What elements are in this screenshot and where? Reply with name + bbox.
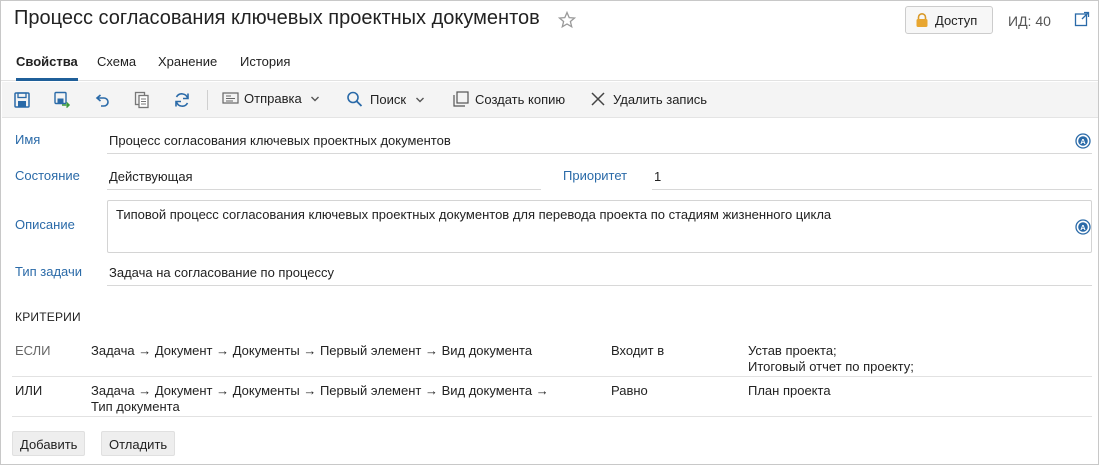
search-icon <box>347 91 363 107</box>
search-label: Поиск <box>370 92 407 107</box>
svg-text:A: A <box>1080 137 1086 146</box>
task-type-label: Тип задачи <box>15 264 83 279</box>
window-frame: Процесс согласования ключевых проектных … <box>0 0 1099 465</box>
criteria-heading: КРИТЕРИИ <box>15 310 81 324</box>
translate-icon[interactable]: A <box>1075 219 1091 235</box>
delete-record-button[interactable]: Удалить запись <box>590 91 707 107</box>
undo-icon[interactable] <box>93 91 111 109</box>
save-icon[interactable] <box>13 91 31 109</box>
tab-scheme[interactable]: Схема <box>97 54 136 81</box>
name-field[interactable]: Процесс согласования ключевых проектных … <box>107 132 1092 154</box>
translate-icon[interactable]: A <box>1075 133 1091 149</box>
criteria-operator: Равно <box>611 383 648 398</box>
access-button[interactable]: Доступ <box>905 6 993 34</box>
add-criterion-button[interactable]: Добавить <box>12 431 86 456</box>
criteria-value: Устав проекта; <box>748 343 837 358</box>
criteria-path: Задача → Документ → Документы → Первый э… <box>91 383 549 398</box>
open-external-icon[interactable] <box>1074 11 1090 27</box>
favorite-star-icon[interactable] <box>558 11 576 29</box>
create-copy-button[interactable]: Создать копию <box>452 91 565 107</box>
search-menu-button[interactable]: Поиск <box>346 91 425 107</box>
tab-history[interactable]: История <box>240 54 290 81</box>
toolbar-separator <box>207 90 208 110</box>
criteria-divider <box>12 376 1092 377</box>
task-type-field[interactable]: Задача на согласование по процессу <box>107 264 1092 286</box>
criteria-path: Задача → Документ → Документы → Первый э… <box>91 343 533 358</box>
criteria-path: Тип документа <box>91 399 180 414</box>
priority-field[interactable]: 1 <box>652 168 1092 190</box>
page-title: Процесс согласования ключевых проектных … <box>14 7 540 29</box>
state-field[interactable]: Действующая <box>107 168 541 190</box>
record-id: ИД: 40 <box>1008 13 1051 29</box>
debug-button[interactable]: Отладить <box>101 431 176 456</box>
criteria-prefix: ИЛИ <box>15 383 43 398</box>
criteria-row[interactable]: ЕСЛИ Задача → Документ → Документы → Пер… <box>12 343 1092 375</box>
send-label: Отправка <box>244 91 302 106</box>
criteria-row[interactable]: ИЛИ Задача → Документ → Документы → Перв… <box>12 383 1092 415</box>
save-and-close-icon[interactable] <box>53 91 71 109</box>
send-menu-button[interactable]: Отправка <box>222 91 320 106</box>
send-icon <box>222 92 239 104</box>
chevron-down-icon <box>311 96 320 102</box>
delete-record-label: Удалить запись <box>613 92 708 107</box>
criteria-divider <box>12 416 1092 417</box>
criteria-operator: Входит в <box>611 343 665 358</box>
copy-document-icon[interactable] <box>133 91 151 109</box>
tab-bar: Свойства Схема Хранение История <box>1 47 1098 81</box>
description-field[interactable]: Типовой процесс согласования ключевых пр… <box>107 200 1092 253</box>
access-button-label: Доступ <box>935 12 978 28</box>
criteria-value: Итоговый отчет по проекту; <box>748 359 914 374</box>
criteria-prefix: ЕСЛИ <box>15 343 51 358</box>
tab-storage[interactable]: Хранение <box>158 54 217 81</box>
name-label: Имя <box>15 132 41 147</box>
state-label: Состояние <box>15 168 80 183</box>
create-copy-label: Создать копию <box>475 92 566 107</box>
priority-label: Приоритет <box>563 168 628 183</box>
tab-properties[interactable]: Свойства <box>16 54 78 81</box>
criteria-value: План проекта <box>748 383 831 398</box>
description-label: Описание <box>15 217 75 232</box>
lock-icon <box>916 12 928 27</box>
svg-text:A: A <box>1080 223 1086 232</box>
chevron-down-icon <box>415 97 424 103</box>
toolbar: Отправка Поиск Создать копию Удалить зап… <box>2 82 1098 118</box>
refresh-icon[interactable] <box>173 91 191 109</box>
copy-icon <box>453 91 469 107</box>
close-icon <box>591 92 605 106</box>
